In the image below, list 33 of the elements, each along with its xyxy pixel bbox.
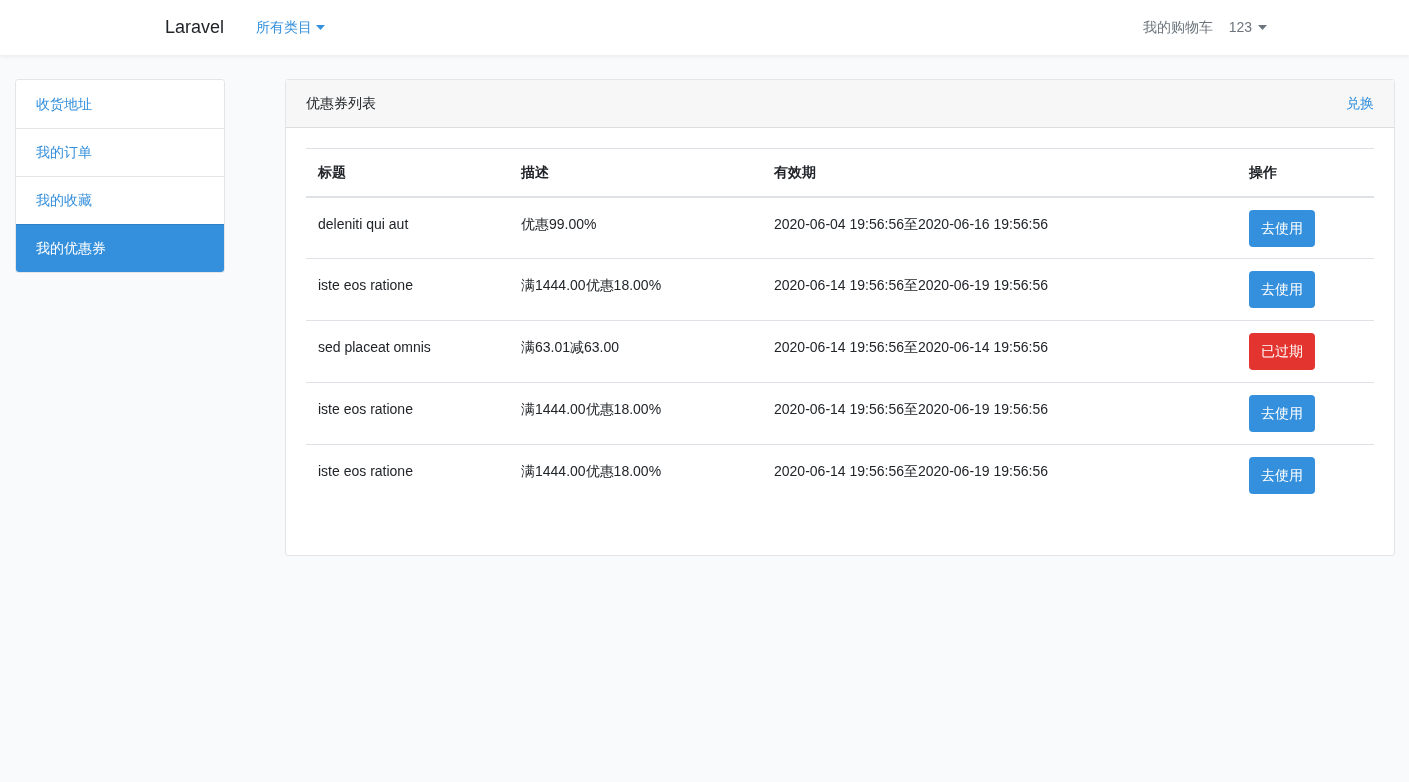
table-cell: deleniti qui aut <box>306 196 509 259</box>
redeem-link[interactable]: 兑换 <box>1346 93 1374 114</box>
expired-button[interactable]: 已过期 <box>1249 333 1315 370</box>
table-cell: 满1444.00优惠18.00% <box>509 382 762 445</box>
column-header: 描述 <box>509 148 762 197</box>
table-cell: iste eos ratione <box>306 444 509 507</box>
table-cell: iste eos ratione <box>306 382 509 445</box>
table-cell: 优惠99.00% <box>509 196 762 259</box>
table-cell: 2020-06-14 19:56:56至2020-06-19 19:56:56 <box>762 258 1237 321</box>
caret-icon <box>1258 25 1267 30</box>
table-cell: 满1444.00优惠18.00% <box>509 444 762 507</box>
card-title: 优惠券列表 <box>306 94 376 113</box>
use-button[interactable]: 去使用 <box>1249 209 1315 247</box>
use-button[interactable]: 去使用 <box>1249 457 1315 494</box>
brand-link[interactable]: Laravel <box>165 14 225 41</box>
cart-link[interactable]: 我的购物车 <box>1142 17 1213 38</box>
use-button[interactable]: 去使用 <box>1249 271 1315 308</box>
table-cell: 2020-06-14 19:56:56至2020-06-19 19:56:56 <box>762 444 1237 507</box>
table-cell: iste eos ratione <box>306 258 509 321</box>
table-cell: 2020-06-14 19:56:56至2020-06-19 19:56:56 <box>762 382 1237 445</box>
sidebar-item[interactable]: 我的优惠券 <box>16 224 224 272</box>
table-cell: 2020-06-04 19:56:56至2020-06-16 19:56:56 <box>762 196 1237 259</box>
table-cell: sed placeat omnis <box>306 320 509 383</box>
table-cell: 满63.01减63.00 <box>509 320 762 383</box>
use-button[interactable]: 去使用 <box>1249 395 1315 432</box>
column-header: 操作 <box>1237 148 1374 197</box>
table-cell: 满1444.00优惠18.00% <box>509 258 762 321</box>
table-cell: 2020-06-14 19:56:56至2020-06-14 19:56:56 <box>762 320 1237 383</box>
column-header: 有效期 <box>762 148 1237 197</box>
user-dropdown[interactable]: 123 <box>1228 17 1267 38</box>
caret-icon <box>316 25 326 30</box>
column-header: 标题 <box>306 148 509 197</box>
categories-dropdown[interactable]: 所有类目 <box>256 17 326 38</box>
